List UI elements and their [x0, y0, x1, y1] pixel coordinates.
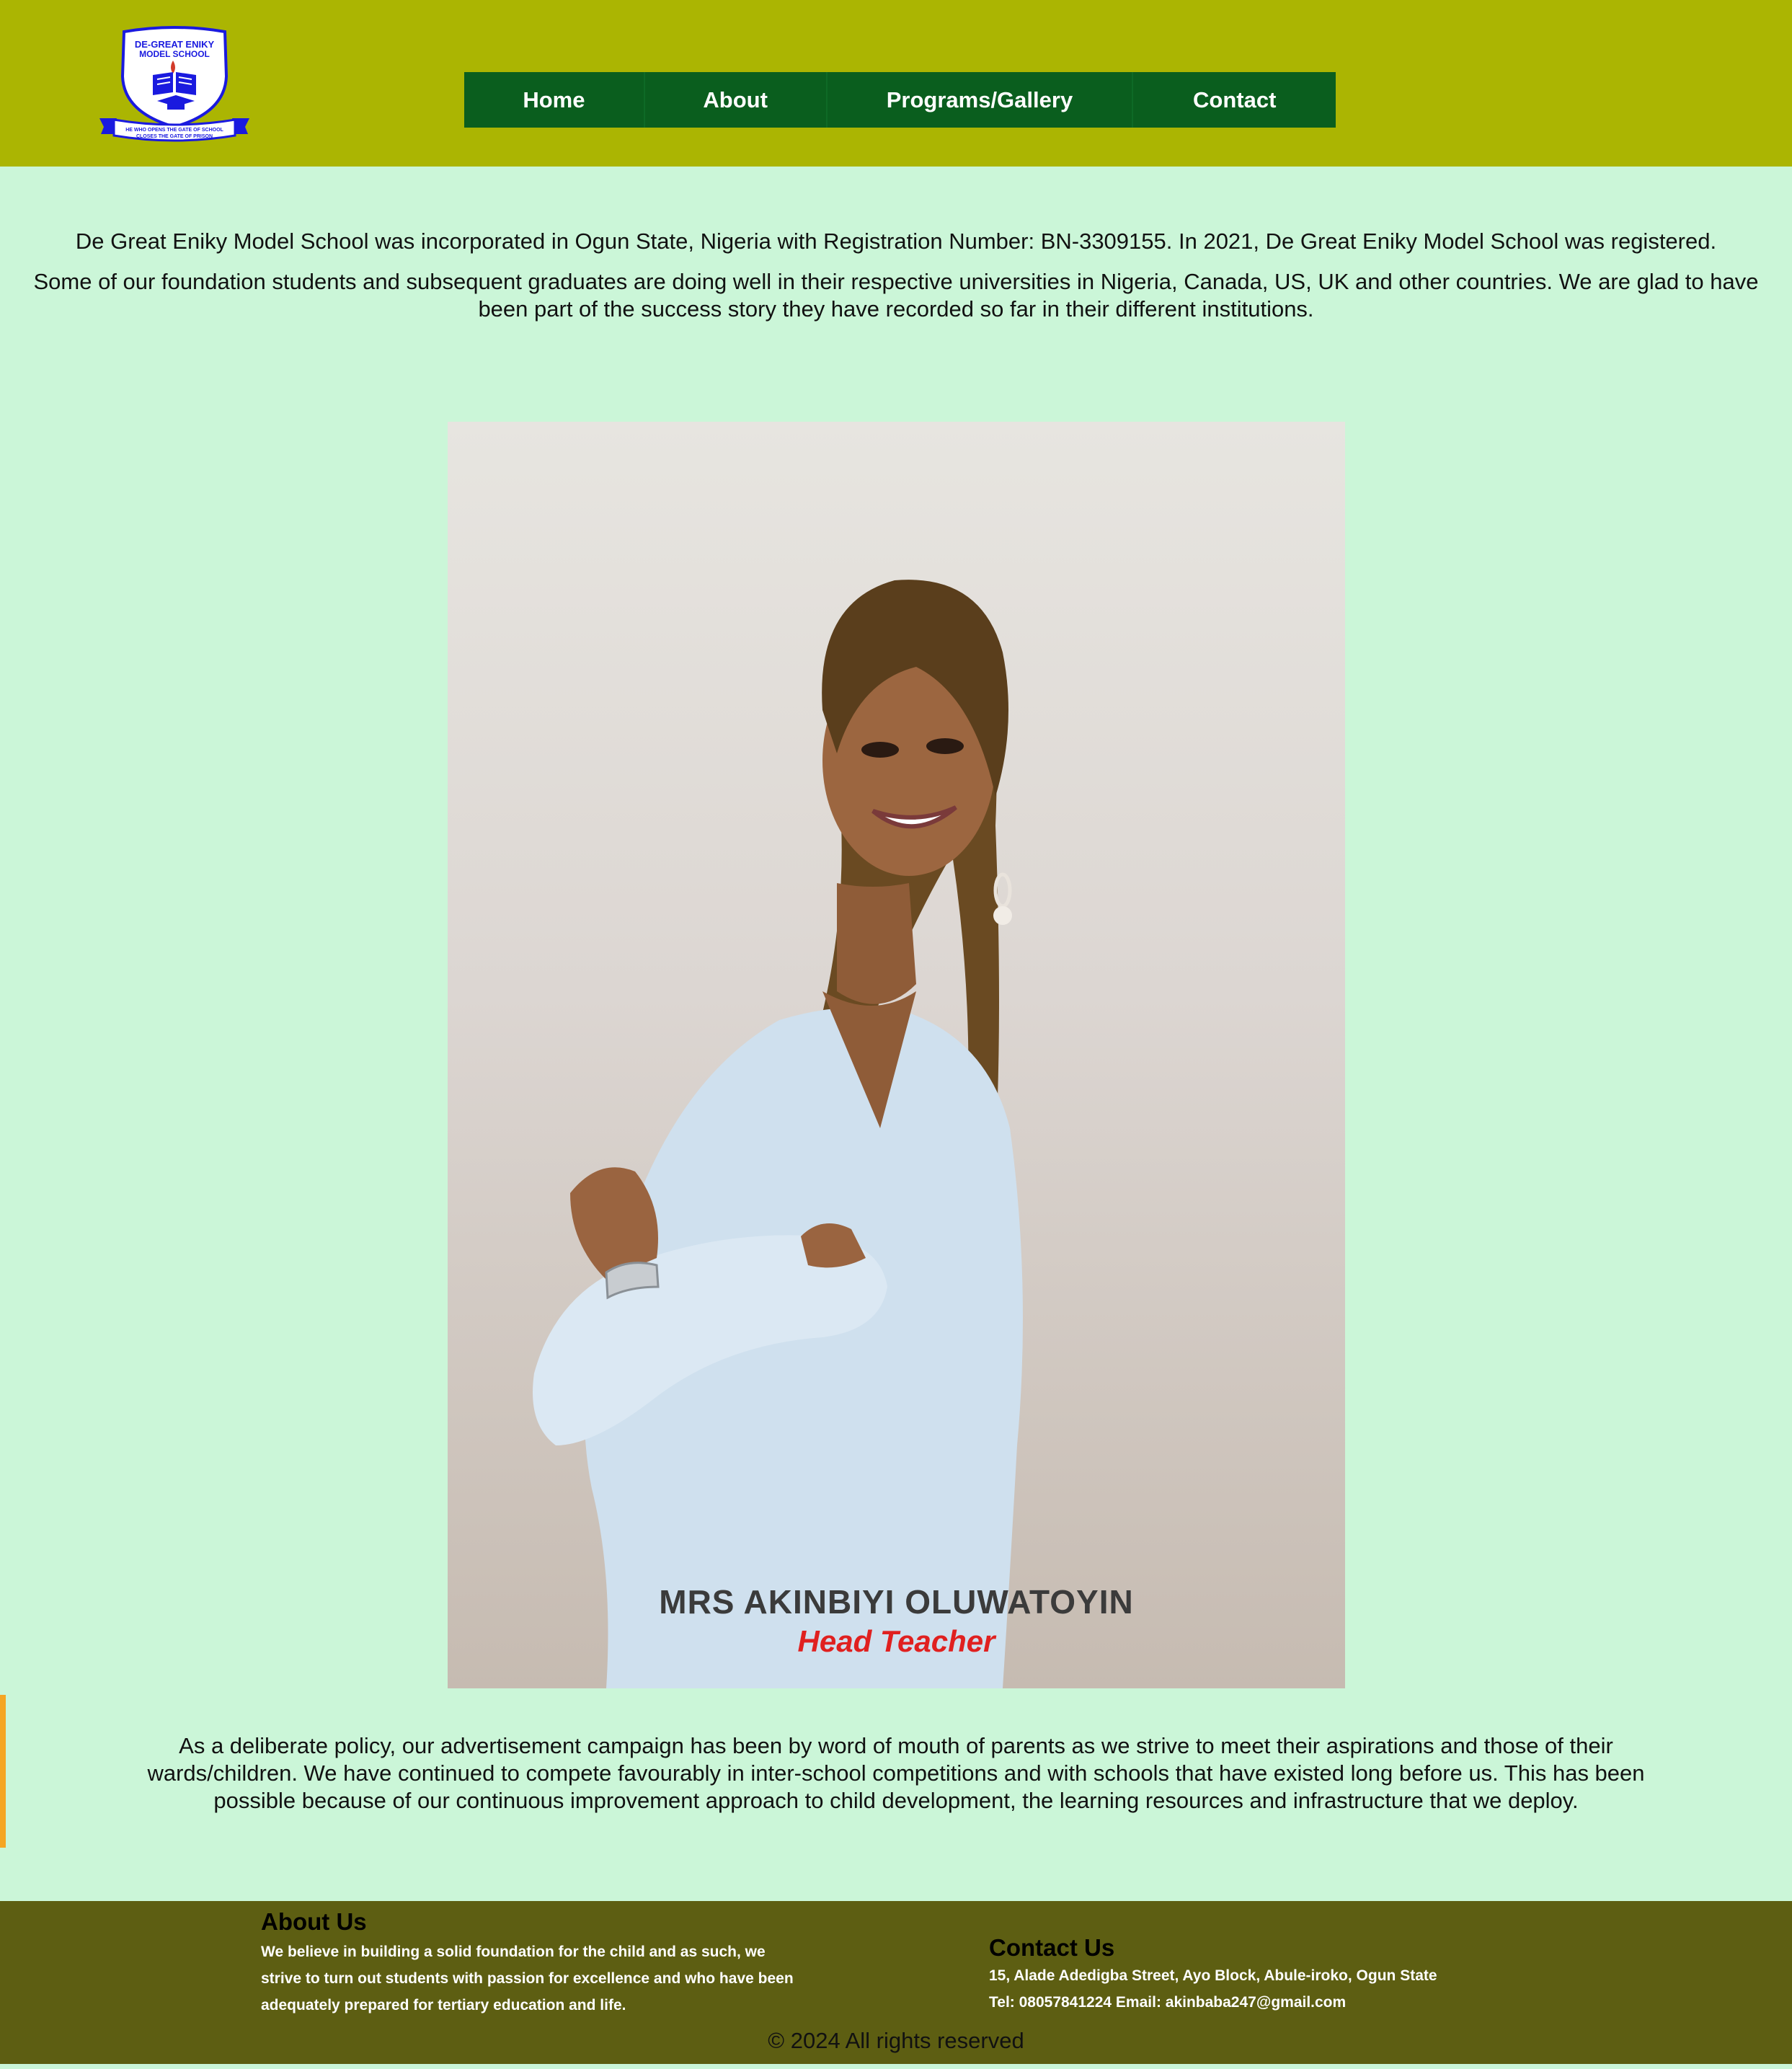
accent-bar [0, 1695, 6, 1848]
site-header: DE-GREAT ENIKY MODEL SCHOOL HE WHO OPENS… [0, 0, 1792, 167]
footer-contact-heading: Contact Us [989, 1934, 1115, 1961]
policy-paragraph: As a deliberate policy, our advertisemen… [147, 1733, 1645, 1813]
logo-title-line2: MODEL SCHOOL [139, 49, 210, 59]
intro-paragraph-registration: De Great Eniky Model School was incorpor… [75, 229, 1717, 254]
main-nav: Home About Programs/Gallery Contact [464, 72, 1336, 128]
nav-contact-link[interactable]: Contact [1133, 72, 1336, 128]
nav-programs-gallery-link[interactable]: Programs/Gallery [828, 72, 1134, 128]
school-logo[interactable]: DE-GREAT ENIKY MODEL SCHOOL HE WHO OPENS… [98, 26, 251, 146]
footer-about-text: We believe in building a solid foundatio… [261, 1944, 794, 2013]
head-teacher-role: Head Teacher [797, 1624, 995, 1658]
logo-motto-line1: HE WHO OPENS THE GATE OF SCHOOL [125, 128, 223, 133]
head-teacher-name: MRS AKINBIYI OLUWATOYIN [659, 1583, 1134, 1621]
footer-copyright: © 2024 All rights reserved [768, 2028, 1024, 2053]
footer-about-heading: About Us [261, 1908, 367, 1935]
head-teacher-photo: MRS AKINBIYI OLUWATOYIN Head Teacher [448, 422, 1345, 1688]
portrait-illustration [533, 580, 1023, 1688]
intro-section: De Great Eniky Model School was incorpor… [22, 228, 1770, 323]
nav-about-link[interactable]: About [645, 72, 828, 128]
nav-home-link[interactable]: Home [464, 72, 645, 128]
footer-contact-tel-email[interactable]: Tel: 08057841224 Email: akinbaba247@gmai… [989, 1994, 1346, 2011]
logo-title-line1: DE-GREAT ENIKY [135, 39, 215, 50]
footer-contact-address: 15, Alade Adedigba Street, Ayo Block, Ab… [989, 1967, 1437, 1984]
logo-motto-line2: CLOSES THE GATE OF PRISON [136, 134, 213, 139]
intro-paragraph-graduates: Some of our foundation students and subs… [33, 269, 1759, 322]
site-footer: About Us We believe in building a solid … [0, 1901, 1792, 2064]
